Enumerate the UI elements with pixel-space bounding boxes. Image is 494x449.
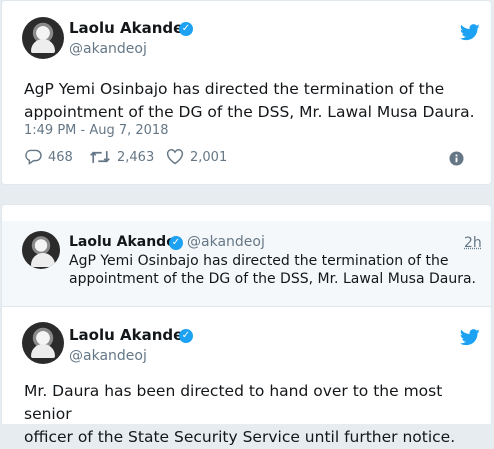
- tweet-text-line: appointment of the DG of the DSS, Mr. La…: [69, 271, 476, 287]
- verified-icon: ✓: [179, 22, 193, 36]
- reply-button[interactable]: 468: [24, 149, 73, 165]
- tweet-text-line: AgP Yemi Osinbajo has directed the termi…: [69, 253, 449, 269]
- avatar[interactable]: [22, 17, 64, 59]
- tweet-text: Mr. Daura has been directed to hand over…: [24, 380, 491, 449]
- retweet-count: 2,463: [117, 149, 155, 165]
- tweet-text-line: appointment of the DG of the DSS, Mr. La…: [24, 103, 475, 121]
- author-name[interactable]: Laolu Akande: [69, 234, 176, 250]
- tweet-timestamp[interactable]: 1:49 PM - Aug 7, 2018: [24, 123, 168, 138]
- quoted-tweet[interactable]: Laolu Akande ✓ @akandeoj 2h AgP Yemi Osi…: [2, 221, 491, 307]
- tweet-time-ago[interactable]: 2h: [464, 235, 482, 251]
- like-button[interactable]: 2,001: [166, 149, 227, 165]
- tweet-card: Laolu Akande ✓ @akandeoj 2h AgP Yemi Osi…: [1, 204, 492, 446]
- tweet-text: AgP Yemi Osinbajo has directed the termi…: [69, 252, 476, 288]
- retweet-icon: [90, 151, 110, 163]
- verified-icon: ✓: [179, 329, 193, 343]
- author-handle[interactable]: @akandeoj: [69, 348, 147, 364]
- heart-icon: [166, 149, 184, 165]
- author-name[interactable]: Laolu Akande: [69, 19, 183, 37]
- tweet-actions: 468 2,463 2,001: [24, 149, 464, 171]
- info-icon[interactable]: [449, 151, 464, 166]
- twitter-bird-icon[interactable]: [460, 329, 480, 346]
- author-name[interactable]: Laolu Akande: [69, 326, 183, 344]
- tweet-text-line: Mr. Daura has been directed to hand over…: [24, 382, 443, 423]
- author-handle[interactable]: @akandeoj: [69, 41, 147, 57]
- verified-icon: ✓: [169, 236, 183, 250]
- tweet-text-line: AgP Yemi Osinbajo has directed the termi…: [24, 80, 445, 98]
- reply-icon: [25, 149, 42, 165]
- author-handle[interactable]: @akandeoj: [187, 234, 265, 250]
- retweet-button[interactable]: 2,463: [89, 149, 154, 165]
- avatar[interactable]: [22, 231, 60, 269]
- reply-count: 468: [48, 149, 73, 165]
- like-count: 2,001: [190, 149, 228, 165]
- tweet-card: Laolu Akande ✓ @akandeoj AgP Yemi Osinba…: [1, 0, 492, 185]
- twitter-bird-icon[interactable]: [460, 24, 480, 41]
- tweet-text-line: officer of the State Security Service un…: [24, 428, 456, 446]
- tweet-text: AgP Yemi Osinbajo has directed the termi…: [24, 78, 475, 124]
- avatar[interactable]: [22, 322, 64, 364]
